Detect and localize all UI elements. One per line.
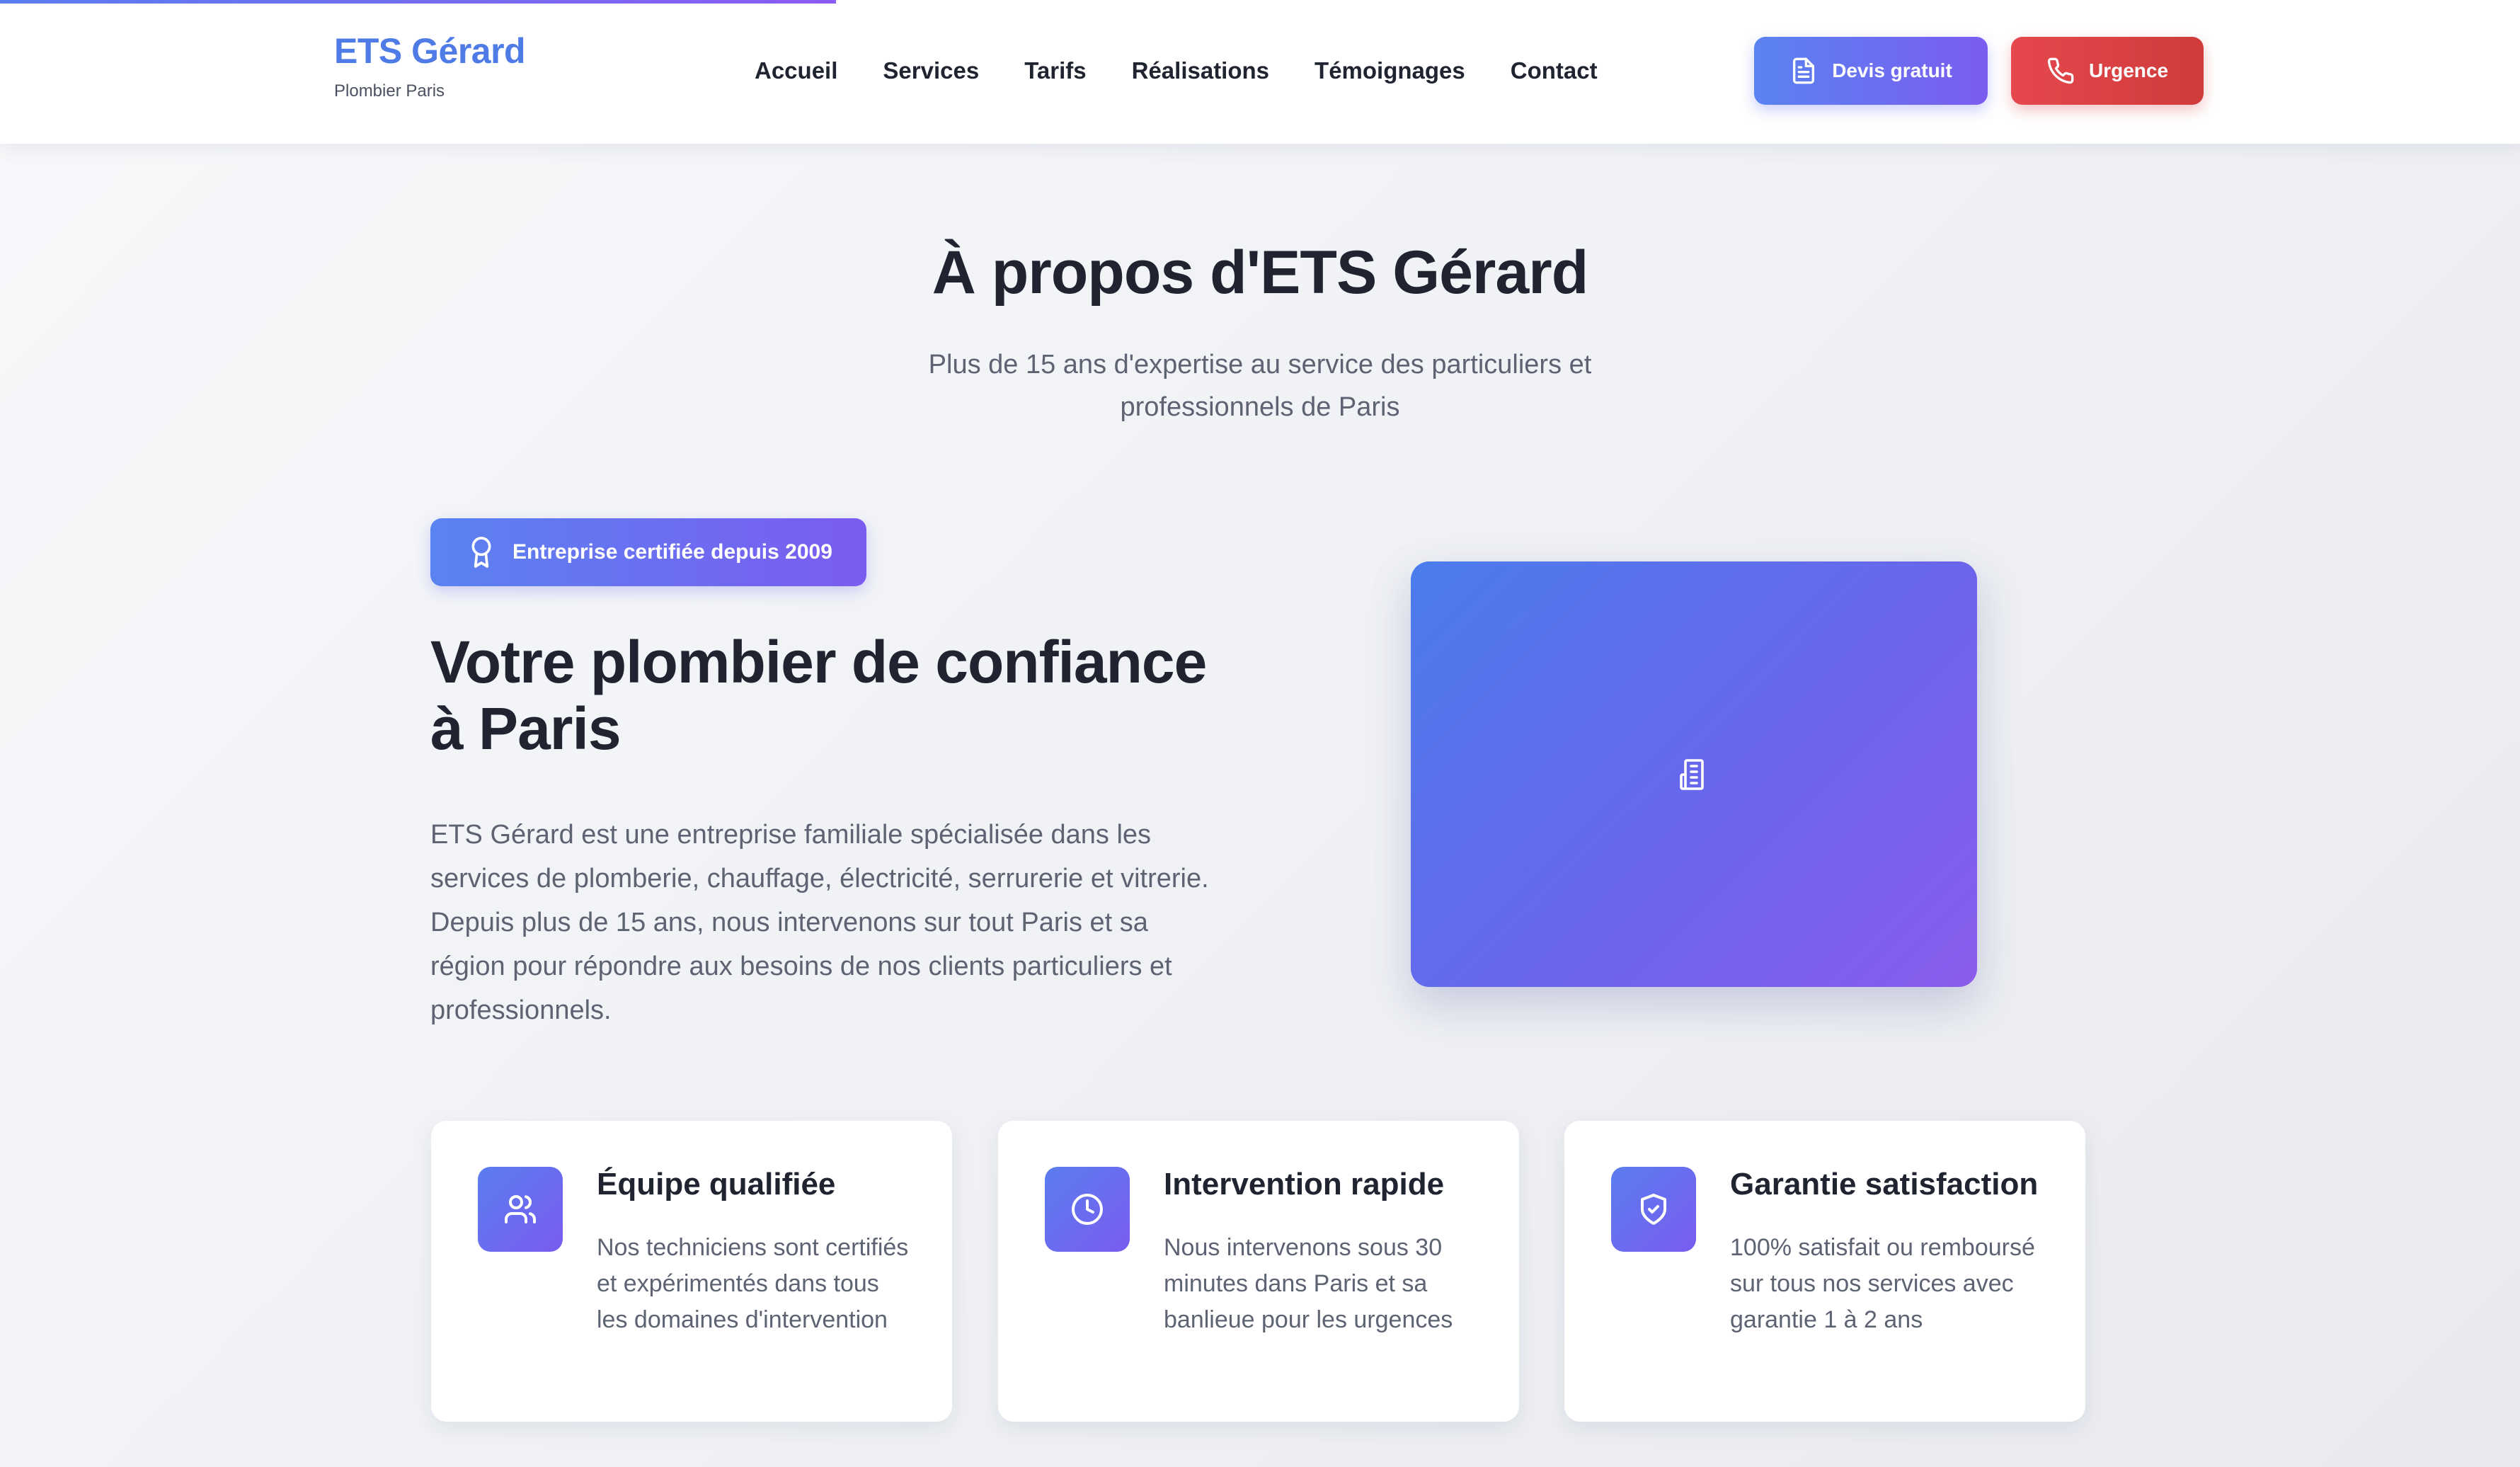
scroll-progress-bar <box>0 0 836 4</box>
certification-badge-label: Entreprise certifiée depuis 2009 <box>512 540 832 564</box>
feature-card-garantie: Garantie satisfaction 100% satisfait ou … <box>1564 1121 2085 1422</box>
brand-logo[interactable]: ETS Gérard Plombier Paris <box>334 28 526 102</box>
feature-text: Nous intervenons sous 30 minutes dans Pa… <box>1164 1234 1453 1333</box>
site-header: ETS Gérard Plombier Paris Accueil Servic… <box>0 0 2520 144</box>
devis-gratuit-button[interactable]: Devis gratuit <box>1754 37 1988 105</box>
nav-link-temoignages[interactable]: Témoignages <box>1315 55 1465 86</box>
nav-link-realisations[interactable]: Réalisations <box>1132 55 1269 86</box>
devis-gratuit-label: Devis gratuit <box>1832 59 1952 81</box>
feature-card-equipe: Équipe qualifiée Nos techniciens sont ce… <box>431 1121 952 1422</box>
shield-check-icon <box>1641 1194 1666 1225</box>
nav-link-services[interactable]: Services <box>883 55 979 86</box>
brand-tagline: Plombier Paris <box>334 81 445 101</box>
feature-title: Intervention rapide <box>1164 1167 1445 1201</box>
urgence-label: Urgence <box>2088 59 2169 81</box>
about-description: ETS Gérard est une entreprise familiale … <box>430 820 1209 1025</box>
section-title: À propos d'ETS Gérard <box>932 239 1588 307</box>
feature-text: 100% satisfait ou remboursé sur tous nos… <box>1730 1234 2035 1333</box>
section-subtitle: Plus de 15 ans d'expertise au service de… <box>928 350 1592 422</box>
feature-title: Garantie satisfaction <box>1730 1167 2039 1201</box>
building-icon <box>1680 758 1704 790</box>
feature-icon-box <box>1611 1167 1696 1252</box>
feature-title: Équipe qualifiée <box>597 1167 836 1201</box>
feature-card-intervention: Intervention rapide Nous intervenons sou… <box>998 1121 1519 1422</box>
clock-icon <box>1072 1194 1103 1225</box>
users-icon <box>505 1195 536 1223</box>
feature-icon-box <box>1045 1167 1130 1252</box>
feature-icon-box <box>478 1167 563 1252</box>
award-icon <box>471 537 491 568</box>
main-nav: Accueil Services Tarifs Réalisations Tém… <box>755 55 1598 86</box>
nav-link-contact[interactable]: Contact <box>1511 55 1598 86</box>
about-heading: Votre plombier de confiance à Paris <box>430 629 1207 762</box>
phone-icon <box>2047 57 2074 84</box>
about-image <box>1411 561 1977 987</box>
nav-link-accueil[interactable]: Accueil <box>755 55 837 86</box>
nav-link-tarifs[interactable]: Tarifs <box>1024 55 1086 86</box>
urgence-button[interactable]: Urgence <box>2011 37 2204 105</box>
brand-name: ETS Gérard <box>334 31 526 71</box>
document-icon <box>1793 57 1815 84</box>
certification-badge: Entreprise certifiée depuis 2009 <box>430 518 866 586</box>
feature-text: Nos techniciens sont certifiés et expéri… <box>597 1234 909 1333</box>
